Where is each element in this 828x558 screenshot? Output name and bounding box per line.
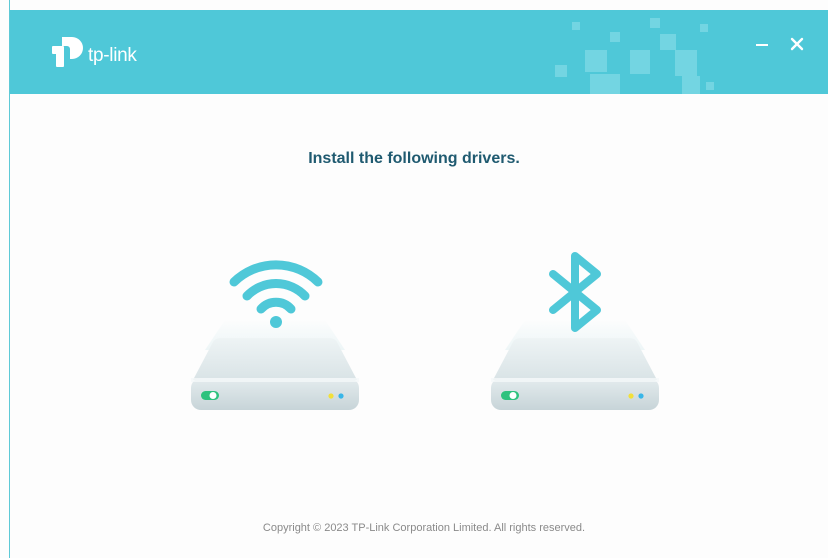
wifi-icon	[229, 260, 323, 328]
tp-link-logo-icon	[50, 33, 86, 74]
header-decoration	[585, 50, 607, 72]
header-decoration	[572, 22, 580, 30]
title-bar[interactable]: tp-link	[10, 10, 828, 94]
minimize-icon	[755, 37, 769, 56]
header-decoration	[630, 50, 650, 74]
wifi-driver-item[interactable]	[185, 250, 365, 420]
copyright-text: Copyright © 2023 TP-Link Corporation Lim…	[262, 522, 586, 534]
installer-window: tp-link Install the following drivers. C…	[0, 0, 828, 558]
bluetooth-icon	[549, 252, 601, 332]
header-decoration	[650, 18, 660, 28]
minimize-button[interactable]	[748, 32, 776, 60]
header-decoration	[660, 34, 676, 50]
page-heading: Install the following drivers.	[308, 150, 520, 167]
header-decoration	[706, 82, 714, 90]
close-button[interactable]	[783, 32, 811, 60]
brand-name: tp-link	[88, 45, 137, 66]
header-decoration	[700, 24, 708, 32]
header-decoration	[675, 50, 697, 76]
close-icon	[790, 37, 804, 56]
tp-link-logo: tp-link	[50, 33, 137, 73]
header-decoration	[682, 76, 700, 94]
header-decoration	[555, 65, 567, 77]
header-decoration	[590, 74, 620, 94]
bluetooth-driver-item[interactable]	[485, 250, 665, 420]
header-decoration	[610, 32, 620, 42]
